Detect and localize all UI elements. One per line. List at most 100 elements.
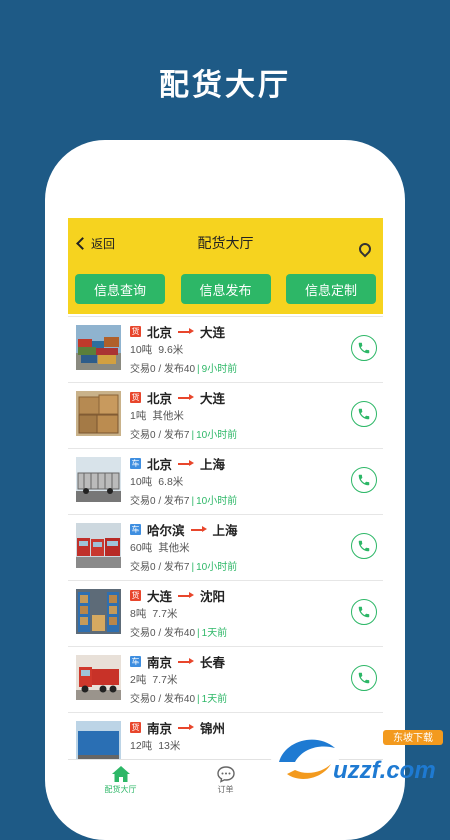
listing-list: 货北京 大连 10吨 9.6米 交易0 / 发布40 | 9小时前货北京 大连 1吨 其他米 交易0…	[68, 316, 383, 778]
destination-city: 上海	[212, 523, 238, 538]
cargo-spec: 10吨 6.8米	[130, 474, 183, 489]
destination-city: 上海	[200, 457, 226, 472]
route: 南京 长春	[147, 651, 225, 671]
back-label: 返回	[91, 236, 116, 251]
origin-city: 大连	[147, 589, 173, 604]
type-badge: 货	[130, 392, 141, 403]
post-count: 发布40	[163, 628, 196, 639]
list-item[interactable]: 货大连 沈阳 8吨 7.7米交易0 / 发布40 | 1天前	[68, 580, 383, 646]
trade-count: 交易0	[130, 628, 156, 639]
weight: 60吨	[130, 542, 153, 554]
watermark-badge: 东坡下载	[393, 731, 433, 744]
cargo-thumbnail	[76, 457, 121, 502]
route: 北京 大连	[147, 321, 225, 341]
weight: 12吨	[130, 740, 153, 752]
post-time: 1天前	[201, 628, 228, 639]
phone-icon	[358, 474, 370, 486]
route-arrow-icon	[190, 526, 207, 532]
post-time: 10小时前	[196, 430, 238, 441]
location-pin-icon[interactable]	[356, 240, 374, 258]
route: 哈尔滨 上海	[147, 519, 238, 539]
post-count: 发布7	[163, 496, 190, 507]
home-icon	[111, 766, 130, 782]
phone-icon	[358, 342, 370, 354]
list-item[interactable]: 车北京 上海 10吨 6.8米交易0 / 发布7 | 10小时前	[68, 448, 383, 514]
origin-city: 南京	[147, 655, 173, 670]
cargo-spec: 2吨 7.7米	[130, 672, 177, 687]
type-badge: 车	[130, 524, 141, 535]
weight: 8吨	[130, 608, 147, 620]
route-arrow-icon	[178, 460, 195, 466]
post-count: 发布7	[163, 430, 190, 441]
chat-bubble-icon	[216, 766, 235, 783]
type-badge: 车	[130, 656, 141, 667]
cargo-spec: 10吨 9.6米	[130, 342, 183, 357]
destination-city: 长春	[200, 655, 226, 670]
post-time: 10小时前	[196, 562, 238, 573]
origin-city: 北京	[147, 325, 173, 340]
origin-city: 北京	[147, 457, 173, 472]
listing-stats: 交易0 / 发布40 | 1天前	[130, 694, 228, 705]
origin-city: 南京	[147, 721, 173, 736]
tab-orders[interactable]: 订单	[173, 760, 278, 800]
cargo-spec: 8吨 7.7米	[130, 606, 177, 621]
list-item[interactable]: 车哈尔滨 上海 60吨 其他米 交易0 / 发布7 | 10小时前	[68, 514, 383, 580]
route-arrow-icon	[178, 328, 195, 334]
list-item[interactable]: 货北京 大连 1吨 其他米 交易0 / 发布7 | 10小时前	[68, 382, 383, 448]
listing-stats: 交易0 / 发布7 | 10小时前	[130, 496, 238, 507]
weight: 2吨	[130, 674, 147, 686]
listing-stats: 交易0 / 发布7 | 10小时前	[130, 562, 238, 573]
trade-count: 交易0	[130, 430, 156, 441]
route-arrow-icon	[178, 592, 195, 598]
call-button[interactable]	[351, 665, 377, 691]
info-publish-button[interactable]: 信息发布	[180, 274, 271, 304]
call-button[interactable]	[351, 335, 377, 361]
destination-city: 沈阳	[200, 589, 226, 604]
cargo-thumbnail	[76, 589, 121, 634]
cargo-spec: 1吨 其他米	[130, 408, 184, 423]
post-time: 10小时前	[196, 496, 238, 507]
listing-stats: 交易0 / 发布40 | 1天前	[130, 628, 228, 639]
destination-city: 大连	[200, 391, 226, 406]
trade-count: 交易0	[130, 562, 156, 573]
phone-icon	[358, 408, 370, 420]
call-button[interactable]	[351, 599, 377, 625]
length: 13米	[158, 740, 181, 752]
post-time: 1天前	[201, 694, 228, 705]
chevron-left-icon	[76, 236, 89, 250]
info-query-button[interactable]: 信息查询	[75, 274, 165, 304]
post-count: 发布7	[163, 562, 190, 573]
type-badge: 车	[130, 458, 141, 469]
cargo-thumbnail	[76, 391, 121, 436]
weight: 1吨	[130, 410, 147, 422]
route: 大连 沈阳	[147, 585, 225, 605]
tab-dispatch-hall[interactable]: 配货大厅	[68, 760, 173, 800]
cargo-thumbnail	[76, 523, 121, 568]
page-title: 配货大厅	[197, 235, 254, 251]
list-item[interactable]: 货北京 大连 10吨 9.6米 交易0 / 发布40 | 9小时前	[68, 316, 383, 382]
cargo-thumbnail	[76, 655, 121, 700]
watermark-text: uzzf.com	[333, 757, 436, 784]
list-item[interactable]: 车南京 长春 2吨 7.7米交易0 / 发布40 | 1天前	[68, 646, 383, 712]
back-button[interactable]: 返回	[74, 218, 115, 268]
cargo-thumbnail	[76, 325, 121, 370]
listing-stats: 交易0 / 发布40 | 9小时前	[130, 364, 238, 375]
route: 北京 上海	[147, 453, 225, 473]
route-arrow-icon	[178, 724, 195, 730]
route-arrow-icon	[178, 658, 195, 664]
phone-icon	[358, 540, 370, 552]
destination-city: 大连	[200, 325, 226, 340]
origin-city: 哈尔滨	[147, 523, 185, 538]
type-badge: 货	[130, 590, 141, 601]
call-button[interactable]	[351, 467, 377, 493]
length: 9.6米	[158, 344, 184, 356]
weight: 10吨	[130, 344, 153, 356]
length: 其他米	[152, 410, 184, 422]
info-custom-button[interactable]: 信息定制	[286, 274, 376, 304]
length: 6.8米	[158, 476, 184, 488]
trade-count: 交易0	[130, 694, 156, 705]
call-button[interactable]	[351, 401, 377, 427]
app-screen: 返回 配货大厅 信息查询 信息发布 信息定制 货北京 大连 10吨 9.6米 交易0 /…	[68, 218, 383, 800]
route: 南京 锦州	[147, 717, 225, 737]
call-button[interactable]	[351, 533, 377, 559]
